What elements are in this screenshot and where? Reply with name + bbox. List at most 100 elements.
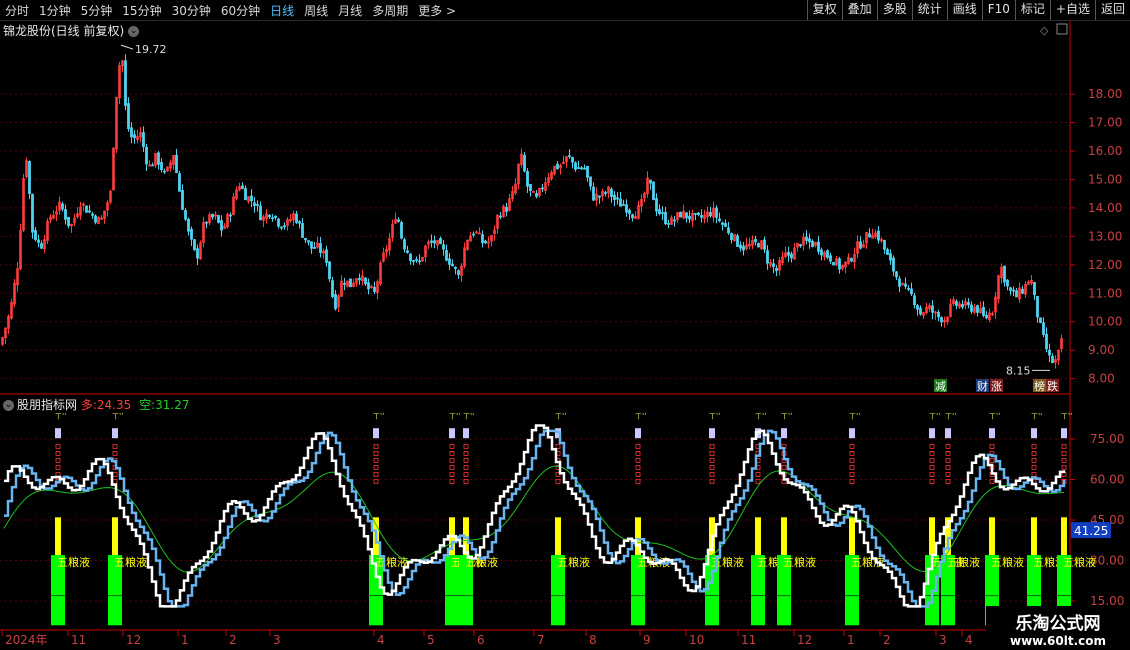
candle-body <box>418 260 421 263</box>
candle-body <box>568 155 571 158</box>
x-tick-label: 5 <box>427 633 435 647</box>
event-tag: 减 <box>935 380 946 393</box>
signal-dot <box>373 457 379 463</box>
candle-body <box>1042 322 1045 335</box>
chevron-down-icon[interactable]: ⌄ <box>128 26 140 37</box>
candle-body <box>616 197 619 200</box>
watermark-line2: www.60lt.com <box>1009 634 1107 648</box>
candle-body <box>679 211 682 218</box>
candle-body <box>439 237 442 245</box>
candle-body <box>499 215 502 218</box>
candle-body <box>652 181 655 201</box>
candle-body <box>364 277 367 285</box>
y-tick-label: 13.00 <box>1088 229 1122 243</box>
yellow-signal-bar <box>781 517 787 556</box>
signal-dot <box>1031 450 1037 456</box>
signal-top-marker <box>55 428 61 439</box>
candle-body <box>85 205 88 213</box>
signal-top-text: ⊤ˈˈ <box>112 412 123 421</box>
candle-body <box>787 251 790 256</box>
candle-body <box>586 166 589 178</box>
chevron-down-icon[interactable]: ⌄ <box>3 400 14 411</box>
signal-dot <box>849 450 855 456</box>
candle-body <box>727 227 730 234</box>
candle-body <box>619 198 622 207</box>
signal-top-text: ⊤ˈˈ <box>1031 412 1042 421</box>
x-tick-label: 9 <box>643 633 651 647</box>
candle-body <box>277 218 280 227</box>
candle-body <box>523 154 526 172</box>
y-tick-label: 14.00 <box>1088 201 1122 215</box>
candle-body <box>220 220 223 231</box>
long-label: 多: <box>80 398 97 412</box>
short-label: 空: <box>139 398 156 412</box>
event-tag: 财 <box>977 379 988 393</box>
candle-body <box>373 286 376 292</box>
signal-dot <box>463 450 469 456</box>
candle-body <box>709 212 712 217</box>
signal-top-marker <box>849 428 855 439</box>
low-label: 8.15 <box>1006 364 1031 377</box>
diamond-icon[interactable]: ◇ <box>1040 24 1049 37</box>
signal-dot <box>849 443 855 449</box>
candle-body <box>838 258 841 270</box>
candle-body <box>1048 349 1051 356</box>
x-tick-label: 11 <box>741 633 756 647</box>
candle-body <box>589 176 592 187</box>
candle-body <box>574 162 577 170</box>
candle-body <box>982 306 985 316</box>
signal-dot <box>55 443 61 449</box>
candle-body <box>976 305 979 313</box>
candle-body <box>298 221 301 224</box>
signal-top-marker <box>373 428 379 439</box>
candle-body <box>820 249 823 256</box>
site-watermark: 乐淘公式网 www.60lt.com <box>986 606 1130 650</box>
signal-dot <box>945 450 951 456</box>
signal-dot <box>849 471 855 477</box>
candle-body <box>817 241 820 252</box>
candle-body <box>598 195 601 198</box>
candle-body <box>142 132 145 148</box>
candle-body <box>481 234 484 244</box>
signal-dot <box>929 450 935 456</box>
candle-body <box>1036 296 1039 318</box>
candle-body <box>766 250 769 264</box>
candle-body <box>181 189 184 210</box>
candle-body <box>829 255 832 262</box>
candle-body <box>145 146 148 165</box>
chart-canvas[interactable]: 8.009.0010.0011.0012.0013.0014.0015.0016… <box>0 0 1130 650</box>
candle-body <box>190 228 193 240</box>
x-tick-label: 2024年 <box>5 633 48 647</box>
candle-body <box>301 223 304 238</box>
signal-dot <box>709 457 715 463</box>
signal-top-marker <box>929 428 935 439</box>
candle-body <box>694 213 697 215</box>
panel-maximize-icon[interactable] <box>1056 23 1068 35</box>
candle-body <box>343 282 346 285</box>
candle-body <box>724 223 727 227</box>
candle-body <box>907 288 910 290</box>
candle-body <box>898 278 901 287</box>
y-tick-label: 8.00 <box>1088 372 1115 386</box>
signal-top-text: ⊤ˈˈ <box>373 412 384 421</box>
candle-body <box>1021 288 1024 294</box>
candle-body <box>955 301 958 306</box>
signal-dot <box>635 471 641 477</box>
candle-body <box>919 307 922 315</box>
candle-body <box>685 212 688 219</box>
candle-body <box>736 235 739 247</box>
signal-top-text: ⊤ˈˈ <box>463 412 474 421</box>
signal-top-marker <box>1061 428 1067 439</box>
signal-dot <box>555 443 561 449</box>
candle-body <box>175 154 178 173</box>
candle-body <box>34 230 37 241</box>
signal-dot <box>55 457 61 463</box>
candle-body <box>241 185 244 189</box>
signal-top-marker <box>781 428 787 439</box>
signal-top-text: ⊤ˈˈ <box>755 412 766 421</box>
signal-dot <box>1061 450 1067 456</box>
candle-body <box>403 239 406 250</box>
candle-body <box>931 305 934 313</box>
signal-label: 五粮液 <box>947 555 980 569</box>
signal-dot <box>1031 443 1037 449</box>
